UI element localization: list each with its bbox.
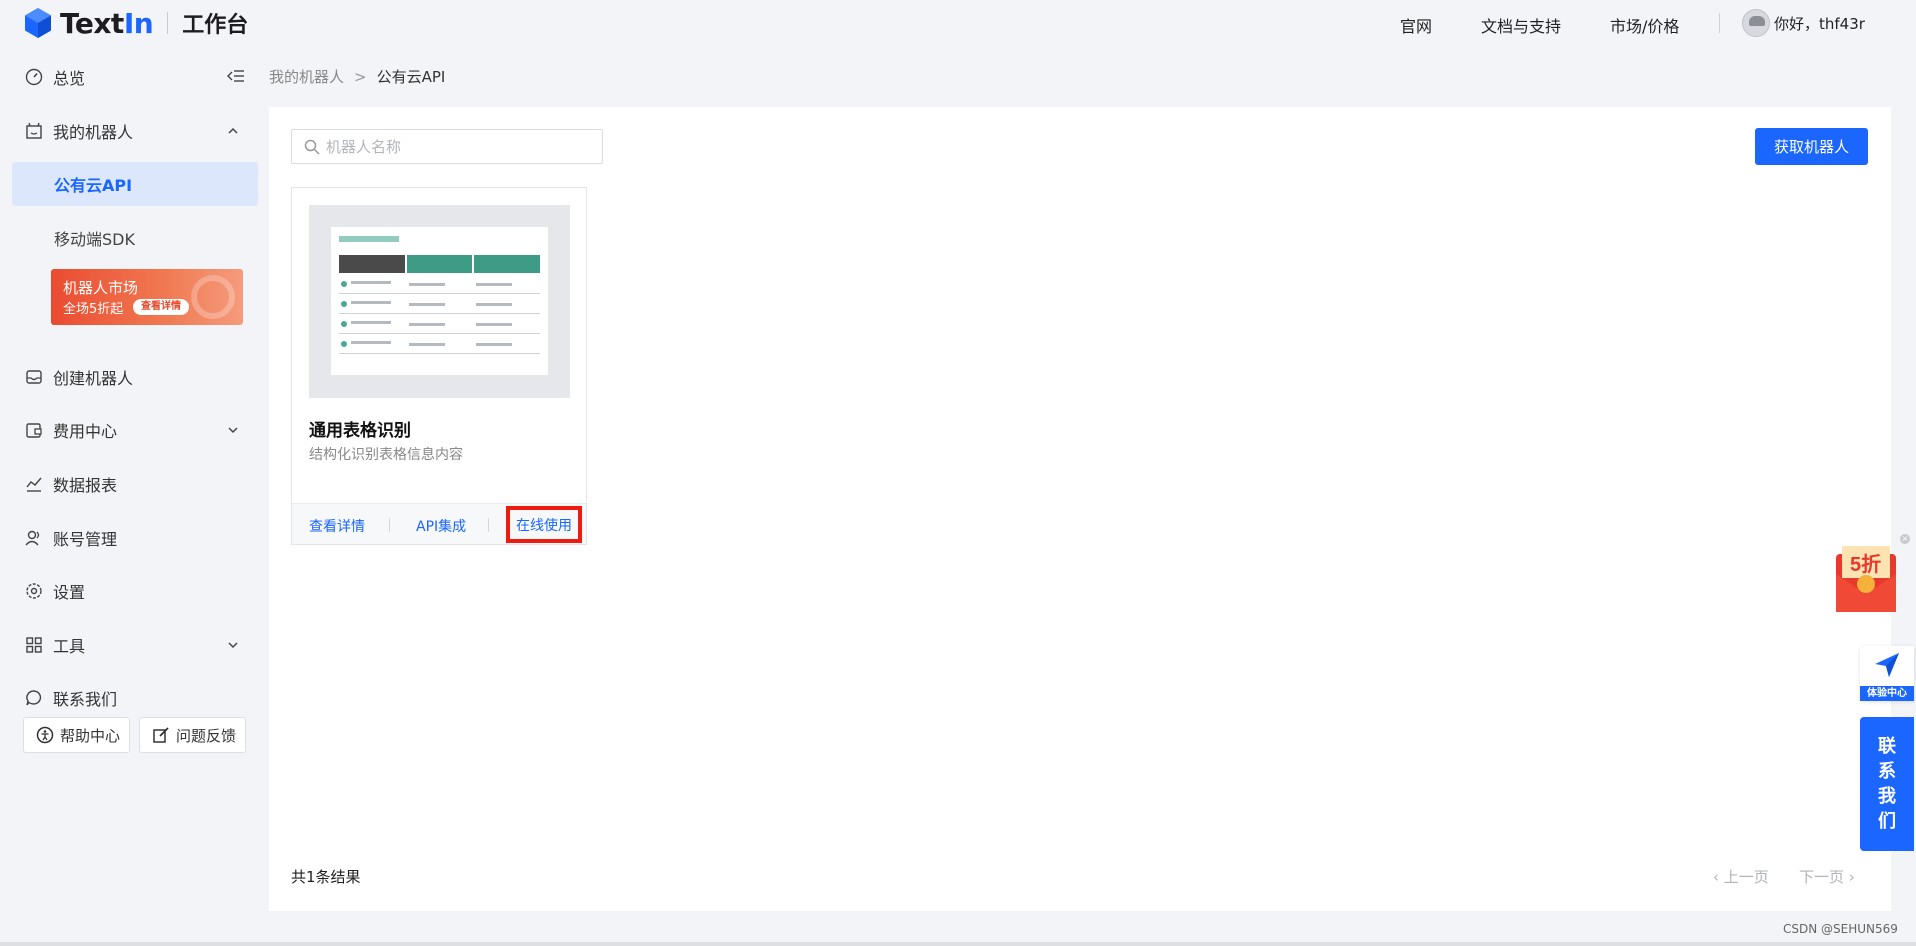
sidebar-item-label: 联系我们 (53, 690, 118, 709)
nav-official-site[interactable]: 官网 (1400, 13, 1432, 37)
users-icon (25, 529, 43, 547)
contact-char: 我 (1878, 786, 1896, 807)
sidebar-item-label: 工具 (53, 637, 86, 656)
prev-page-button[interactable]: ‹ 上一页 (1713, 866, 1769, 887)
robot-icon (25, 122, 43, 140)
sidebar-item-label: 设置 (53, 583, 86, 602)
avatar (1742, 9, 1770, 37)
dashboard-icon (25, 68, 43, 86)
chart-icon (25, 475, 43, 493)
contact-char: 们 (1878, 811, 1896, 832)
sidebar-item-reports[interactable]: 数据报表 (12, 462, 258, 506)
card-actions: 查看详情 API集成 在线使用 (292, 503, 586, 544)
sidebar-item-tools[interactable]: 工具 (12, 623, 258, 667)
sidebar-item-label: 费用中心 (53, 422, 118, 441)
next-page-label: 下一页 (1799, 868, 1845, 886)
gear-icon (25, 582, 43, 600)
experience-center-label: 体验中心 (1860, 686, 1914, 701)
sidebar-item-label: 总览 (53, 69, 86, 88)
feedback-label: 问题反馈 (176, 726, 237, 745)
promo-details-button[interactable]: 查看详情 (133, 299, 189, 315)
sidebar-item-create-robot[interactable]: 创建机器人 (12, 355, 258, 399)
prev-page-label: 上一页 (1723, 868, 1769, 886)
percent-decoration-icon (191, 275, 235, 319)
nav-docs-support[interactable]: 文档与支持 (1481, 13, 1561, 37)
online-use-link[interactable]: 在线使用 (506, 506, 582, 543)
sidebar-item-billing[interactable]: 费用中心 (12, 408, 258, 452)
user-greeting: 你好，thf43r (1774, 14, 1865, 33)
breadcrumb: 我的机器人 > 公有云API (269, 66, 445, 87)
close-icon[interactable]: × (1900, 534, 1910, 544)
search-placeholder: 机器人名称 (326, 138, 402, 156)
breadcrumb-current: 公有云API (376, 68, 446, 86)
help-center-label: 帮助中心 (60, 726, 121, 745)
paper-plane-icon (1873, 651, 1901, 683)
bottom-bar (0, 942, 1916, 946)
nav-market-pricing[interactable]: 市场/价格 (1610, 13, 1679, 37)
contact-char: 联 (1878, 736, 1896, 757)
wallet-icon (25, 421, 43, 439)
search-input[interactable]: 机器人名称 (291, 129, 603, 164)
inbox-icon (25, 368, 43, 386)
sidebar-item-my-robots[interactable]: 我的机器人 (12, 109, 258, 153)
sidebar-item-label: 创建机器人 (53, 369, 134, 388)
promo-title: 机器人市场 (63, 279, 139, 297)
card-title: 通用表格识别 (309, 421, 411, 441)
contact-us-float-button[interactable]: 联 系 我 们 (1860, 717, 1914, 851)
discount-label: 5折 (1850, 554, 1882, 576)
sidebar: 总览 我的机器人 公有云API 移动端SDK 机器人市场 全场5折起 查看详情 … (0, 46, 268, 946)
result-count: 共1条结果 (291, 868, 361, 886)
contact-char: 系 (1878, 761, 1896, 782)
accessibility-icon (36, 726, 54, 744)
sidebar-item-label: 数据报表 (53, 476, 118, 495)
sidebar-item-label: 账号管理 (53, 530, 118, 549)
discount-envelope-widget[interactable]: 5折 (1834, 546, 1898, 614)
next-page-button[interactable]: 下一页 › (1799, 866, 1855, 887)
breadcrumb-separator: > (354, 67, 367, 86)
chevron-left-icon: ‹ (1713, 868, 1724, 886)
main-panel: 机器人名称 获取机器人 通用表格识别 结构化识别表格信息内容 查看详情 API集… (269, 107, 1891, 911)
feedback-button[interactable]: 问题反馈 (139, 717, 246, 753)
logo-divider (167, 12, 169, 34)
robot-card[interactable]: 通用表格识别 结构化识别表格信息内容 查看详情 API集成 在线使用 (291, 187, 587, 545)
sidebar-item-overview[interactable]: 总览 (12, 55, 258, 99)
logo-text: TextIn (60, 6, 154, 40)
chat-bubble-icon (25, 689, 43, 707)
sidebar-item-accounts[interactable]: 账号管理 (12, 516, 258, 560)
api-integration-link[interactable]: API集成 (416, 516, 466, 536)
chevron-down-icon (226, 637, 240, 651)
chevron-up-icon (226, 123, 240, 137)
grid-icon (25, 636, 43, 654)
table-preview-image (331, 227, 548, 375)
workspace-title: 工作台 (182, 13, 249, 38)
search-icon (304, 139, 320, 155)
chevron-right-icon: › (1844, 868, 1855, 886)
top-header: TextIn 工作台 官网 文档与支持 市场/价格 你好，thf43r (0, 0, 1916, 46)
help-center-button[interactable]: 帮助中心 (23, 717, 130, 753)
card-description: 结构化识别表格信息内容 (309, 447, 463, 463)
edit-icon (152, 726, 170, 744)
card-thumbnail (309, 205, 570, 398)
textin-logo-icon (22, 7, 54, 39)
breadcrumb-parent[interactable]: 我的机器人 (269, 66, 344, 87)
promo-subtitle: 全场5折起 (63, 302, 124, 317)
sidebar-item-settings[interactable]: 设置 (12, 569, 258, 613)
sidebar-item-public-api[interactable]: 公有云API (12, 162, 258, 206)
chevron-down-icon (226, 422, 240, 436)
collapse-sidebar-icon[interactable] (225, 68, 245, 84)
view-details-link[interactable]: 查看详情 (309, 516, 365, 536)
nav-divider (1719, 13, 1720, 33)
sidebar-item-contact[interactable]: 联系我们 (12, 676, 258, 720)
action-divider (488, 518, 489, 532)
experience-center-button[interactable]: 体验中心 (1860, 646, 1914, 701)
logo[interactable]: TextIn (22, 6, 154, 40)
robot-market-promo-banner[interactable]: 机器人市场 全场5折起 查看详情 (51, 269, 243, 325)
sidebar-item-mobile-sdk[interactable]: 移动端SDK (12, 216, 258, 260)
action-divider (389, 518, 390, 532)
get-robot-button[interactable]: 获取机器人 (1755, 128, 1868, 165)
sidebar-item-label: 我的机器人 (53, 123, 134, 142)
watermark: CSDN @SEHUN569 (1783, 922, 1898, 936)
user-menu[interactable]: 你好，thf43r (1742, 9, 1865, 37)
